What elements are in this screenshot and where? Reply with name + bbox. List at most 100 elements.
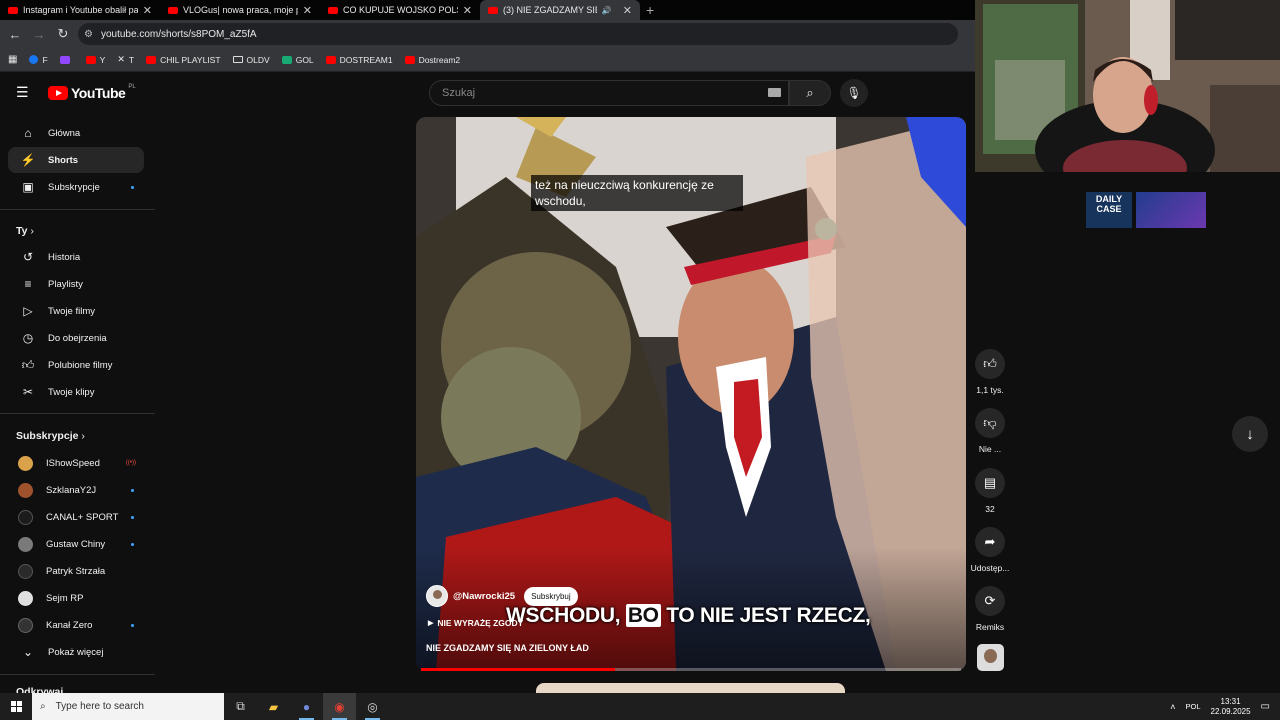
language-indicator[interactable]: POL [1185,702,1200,711]
search-button[interactable]: ⌕ [789,80,831,106]
subscription-gustaw-chiny[interactable]: Gustaw Chiny [8,531,144,557]
bookmark-gol[interactable]: GOL [281,55,314,65]
sidebar-item-history[interactable]: ↺ Historia [8,244,144,270]
subscriptions-icon: ▣ [22,180,34,194]
bookmark-twitch[interactable] [59,55,74,64]
subscribe-button[interactable]: Subskrybuj [524,586,578,606]
sidebar-item-your-videos[interactable]: ▷ Twoje filmy [8,298,144,324]
next-short-button[interactable]: ↓ [1232,416,1268,452]
bookmark-t[interactable]: ✕ T [117,54,134,65]
progress-bar[interactable] [421,668,961,671]
you-section-heading[interactable]: Ty › [16,225,34,237]
comments-action[interactable]: ▤ 32 [967,468,1013,514]
chrome-icon[interactable]: ◉ [323,693,356,720]
start-button[interactable] [0,693,32,720]
browser-tab-3[interactable]: CO KUPUJE WOJSKO POLSKIE? ✕ [320,0,480,20]
subscriptions-section-heading[interactable]: Subskrypcje › [16,430,85,442]
subscription-patryk-strzala[interactable]: Patryk Strzała [8,558,144,584]
windows-logo-icon [10,701,22,712]
browser-tab-1[interactable]: Instagram i Youtube obalił partię ✕ [0,0,160,20]
close-tab-icon[interactable]: ✕ [303,4,312,17]
playlists-icon: ≡ [24,277,32,291]
sidebar-item-home[interactable]: ⌂ Główna [8,120,144,146]
subscription-ishowspeed[interactable]: IShowSpeed ((•)) [8,450,144,476]
remix-action[interactable]: ⟳ Remiks [967,586,1013,632]
subscription-canal-sport[interactable]: CANAL+ SPORT [8,504,144,530]
subscription-szklanay2j[interactable]: SzklanaY2J [8,477,144,503]
dislike-action[interactable]: 👎︎ Nie ... [967,408,1013,454]
thumbs-down-icon[interactable]: 👎︎ [975,408,1005,438]
close-tab-icon[interactable]: ✕ [623,4,632,17]
share-icon[interactable]: ➦ [975,527,1005,557]
divider [0,413,155,414]
bookmark-dostream1[interactable]: DOSTREAM1 [325,55,393,65]
forward-icon[interactable]: → [30,25,48,43]
keyboard-icon[interactable] [768,88,781,97]
file-explorer-icon[interactable]: ▰ [257,693,290,720]
channel-avatar [18,617,33,633]
bookmark-y[interactable]: Y [85,55,105,65]
browser-tab-4[interactable]: (3) NIE ZGADZAMY SIĘ NA 🔊 ✕ [480,0,640,20]
discord-icon[interactable]: ● [290,693,323,720]
close-tab-icon[interactable]: ✕ [143,4,152,17]
share-action[interactable]: ➦ Udostęp... [967,527,1013,573]
close-tab-icon[interactable]: ✕ [463,4,472,17]
progress-fill [421,668,616,671]
sidebar-item-subscriptions[interactable]: ▣ Subskrypcje [8,174,144,200]
next-short-preview[interactable] [536,683,845,693]
youtube-favicon-icon [8,6,18,14]
sidebar-item-playlists[interactable]: ≡ Playlisty [8,271,144,297]
show-more-button[interactable]: ⌄ Pokaż więcej [8,639,144,665]
banner-image [1136,192,1206,228]
address-bar[interactable]: ⚙ youtube.com/shorts/s8POM_aZ5fA [78,23,958,45]
remix-icon[interactable]: ⟳ [975,586,1005,616]
system-tray: ˄ POL 13:31 22.09.2025 ▭ [1170,693,1280,720]
obs-icon[interactable]: ◎ [356,693,389,720]
clock[interactable]: 13:31 22.09.2025 [1211,697,1251,717]
voice-search-button[interactable]: 🎙 [840,79,868,107]
back-icon[interactable]: ← [6,25,24,43]
channel-avatar [18,536,33,552]
bookmark-oldv[interactable]: OLDV [232,55,270,65]
caption-text: WSCHODU, BO TO NIE JEST RZECZ, [506,604,871,627]
youtube-logo[interactable]: YouTube PL [48,84,136,101]
music-link[interactable]: ▶ NIE WYRAŻĘ ZGODY [428,618,523,628]
apps-grid-icon[interactable]: ▦ [8,54,17,65]
chevron-up-icon[interactable]: ˄ [1170,702,1175,712]
new-tab-icon[interactable]: + [646,2,654,18]
chevron-right-icon: › [81,430,85,442]
subscription-kanal-zero[interactable]: Kanał Zero [8,612,144,638]
subscription-sejm-rp[interactable]: Sejm RP [8,585,144,611]
folder-icon [232,56,243,63]
menu-icon[interactable]: ☰ [16,84,29,101]
sidebar-item-shorts[interactable]: ⚡ Shorts [8,147,144,173]
youtube-favicon-icon [328,6,338,14]
thumbs-up-icon[interactable]: 👍︎ [975,349,1005,379]
search-input[interactable]: Szukaj [429,80,789,106]
browser-tab-2[interactable]: VLOGus| nowa praca, moje przemyślenia ✕ [160,0,320,20]
channel-name[interactable]: @Nawrocki25 [453,591,515,602]
taskbar: ⌕ Type here to search ⧉ ▰ ● ◉ ◎ [0,693,1280,720]
tab-title: Instagram i Youtube obalił partię [23,5,138,15]
short-title: NIE ZGADZAMY SIĘ NA ZIELONY ŁAD [426,643,589,653]
reload-icon[interactable]: ↻ [54,25,72,43]
bookmark-chil-playlist[interactable]: CHIL PLAYLIST [146,55,221,65]
sidebar-item-clips[interactable]: ✂ Twoje klipy [8,379,144,405]
sidebar-item-watch-later[interactable]: ◷ Do obejrzenia [8,325,144,351]
sidebar-item-liked[interactable]: 👍︎ Polubione filmy [8,352,144,378]
channel-avatar[interactable] [426,585,448,607]
x-icon: ✕ [117,54,125,64]
site-info-icon[interactable]: ⚙ [84,29,93,40]
bookmark-f[interactable]: F [29,55,48,65]
facebook-icon [29,55,39,64]
like-action[interactable]: 👍︎ 1,1 tys. [967,349,1013,395]
notification-icon[interactable]: ▭ [1261,701,1270,712]
comment-icon[interactable]: ▤ [975,468,1005,498]
watch-later-icon: ◷ [22,331,34,345]
task-view-icon[interactable]: ⧉ [224,693,257,720]
speaker-icon[interactable]: 🔊 [602,6,612,15]
taskbar-search[interactable]: ⌕ Type here to search [32,693,224,720]
bookmark-dostream2[interactable]: Dostream2 [404,55,460,65]
audio-source-thumbnail[interactable] [977,644,1004,671]
live-icon: ((•)) [125,460,136,466]
